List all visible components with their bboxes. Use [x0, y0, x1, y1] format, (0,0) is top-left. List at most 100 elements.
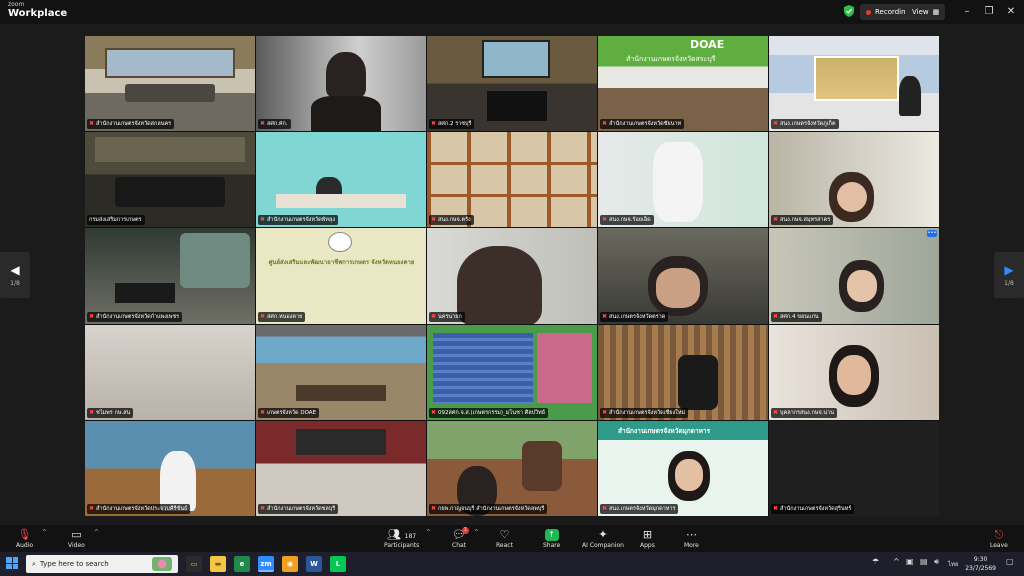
mic-off-icon: ✖: [431, 216, 437, 224]
participant-name: ✖ สำนักงานเกษตรจังหวัดสกลนคร: [87, 119, 175, 130]
apps-button[interactable]: ⊞ Apps: [640, 528, 655, 549]
participant-tile[interactable]: ✖ นครนายก: [427, 228, 597, 324]
windows-start-icon[interactable]: [6, 557, 18, 569]
participant-tile[interactable]: ✖ สนง.เกษตรจังหวัดภูเก็ต: [769, 36, 939, 132]
firefox-icon[interactable]: ◉: [282, 556, 298, 572]
participant-tile[interactable]: ✖ ชไมพร กษ.สน: [85, 324, 255, 420]
react-button[interactable]: ♡ React: [496, 528, 513, 549]
close-button[interactable]: ✕: [1002, 3, 1020, 21]
participant-tile[interactable]: ••• ✖ สศก.4 ขอนแก่น: [769, 228, 939, 324]
tray-app-icon[interactable]: ▣: [906, 557, 914, 566]
taskbar-search-input[interactable]: ⌕ Type here to search: [26, 555, 178, 573]
chat-button[interactable]: 💬︎ 1 Chat: [452, 527, 469, 549]
view-button[interactable]: View ▦: [906, 4, 946, 20]
participant-name: ✖ 092สศก.จ.ส.(เกษตรกรรม)_มโนชา ศิลปวิทย์: [429, 407, 548, 418]
zoom-app-icon[interactable]: zm: [258, 556, 274, 572]
participant-tile-active-speaker[interactable]: กรมส่งเสริมการเกษตร: [85, 132, 255, 228]
audio-button[interactable]: 🎙︎ Audio: [16, 528, 33, 549]
participant-tile[interactable]: ✖ สำนักงานเกษตรจังหวัดเชียงใหม่: [598, 324, 768, 420]
page-indicator-right: 1/8: [1004, 280, 1014, 287]
participant-tile[interactable]: DOAE สำนักงานเกษตรจังหวัดสระบุรี ✖ สำนักง…: [598, 36, 768, 132]
leave-button[interactable]: ⎋ Leave: [990, 528, 1008, 549]
participant-name: ✖ สนง.เกษตรจังหวัดภูเก็ต: [771, 119, 839, 130]
page-indicator-left: 1/8: [10, 280, 20, 287]
clock-date: 23/7/2569: [965, 565, 996, 572]
mic-off-icon: ✖: [773, 408, 779, 416]
ai-companion-button[interactable]: ✦ AI Companion: [582, 528, 624, 549]
zoom-window: zoom Workplace Recording View ▦ – ❐ ✕ ◀ …: [0, 0, 1024, 576]
restore-button[interactable]: ❐: [980, 3, 998, 21]
participants-label: Participants: [384, 542, 420, 549]
participant-tile[interactable]: ✖ สนง.กษจ.สมุทรสาคร: [769, 132, 939, 228]
mic-off-icon: ✖: [431, 120, 437, 128]
audio-options-caret-icon[interactable]: ^: [42, 529, 47, 536]
participant-tile[interactable]: ✖ สนง.กษจ.ตรัง: [427, 132, 597, 228]
participants-icon: 👥︎ 187: [387, 528, 417, 541]
weather-icon[interactable]: ☂: [872, 557, 879, 566]
brand-big: Workplace: [8, 8, 68, 19]
heart-icon: ♡: [499, 528, 510, 541]
participant-tile[interactable]: ✖ สศก.ศก.: [256, 36, 426, 132]
participant-tile[interactable]: ✖ สำนักงานเกษตรจังหวัดพัทลุง: [256, 132, 426, 228]
file-explorer-icon[interactable]: ▬: [210, 556, 226, 572]
participant-name: ✖ สนง.กษจ.สมุทรสาคร: [771, 215, 834, 226]
participant-tile[interactable]: ศูนย์ส่งเสริมและพัฒนาอาชีพการเกษตร จังหว…: [256, 228, 426, 324]
network-icon[interactable]: ▤: [920, 557, 928, 566]
meeting-toolbar: 🎙︎ Audio ^ ▭ Video ^ 👥︎ 187 Participants…: [0, 525, 1024, 552]
mic-off-icon: ✖: [602, 120, 608, 128]
volume-icon[interactable]: 🔊︎: [934, 557, 939, 567]
participant-tile[interactable]: ✖ กยพ.กาญจนบุรี สำนักงานเกษตรจังหวัดลพบุร…: [427, 420, 597, 516]
participant-tile[interactable]: ✖ สศก.2 ราชบุรี: [427, 36, 597, 132]
word-icon[interactable]: W: [306, 556, 322, 572]
line-app-icon[interactable]: L: [330, 556, 346, 572]
more-options-icon[interactable]: •••: [927, 230, 937, 238]
more-dots-icon: ⋯: [685, 528, 697, 541]
sparkle-icon: ✦: [598, 528, 608, 541]
edge-browser-icon[interactable]: e: [234, 556, 250, 572]
participant-tile[interactable]: ✖ สนง.เกษตรจังหวัดตราด: [598, 228, 768, 324]
participant-tile[interactable]: ✖ สำนักงานเกษตรจังหวัดสกลนคร: [85, 36, 255, 132]
video-options-caret-icon[interactable]: ^: [94, 529, 99, 536]
participant-tile[interactable]: ✖ 092สศก.จ.ส.(เกษตรกรรม)_มโนชา ศิลปวิทย์: [427, 324, 597, 420]
participant-name: กรมส่งเสริมการเกษตร: [87, 215, 145, 226]
security-shield-icon[interactable]: [844, 5, 856, 19]
participant-tile[interactable]: ✖ เกษตรจังหวัด DOAE: [256, 324, 426, 420]
leave-door-icon: ⎋: [994, 528, 1004, 541]
app-brand: zoom Workplace: [8, 2, 67, 19]
mic-off-icon: ✖: [260, 312, 266, 320]
system-clock[interactable]: 9:30 23/7/2569: [965, 555, 996, 573]
language-indicator[interactable]: ไทย: [948, 559, 959, 569]
video-label: Video: [68, 542, 85, 549]
participants-count: 187: [404, 533, 417, 540]
participant-tile[interactable]: ✖ สนง.กษจ.ร้อยเอ็ด: [598, 132, 768, 228]
mic-off-icon: ✖: [773, 120, 779, 128]
mic-off-icon: ✖: [773, 312, 779, 320]
video-button[interactable]: ▭ Video: [68, 528, 85, 549]
next-page-button[interactable]: ▶ 1/8: [994, 252, 1024, 298]
share-label: Share: [543, 542, 561, 549]
participant-tile[interactable]: ✖ สำนักงานเกษตรจังหวัดสุรินทร์: [769, 420, 939, 516]
share-screen-icon: ↑: [544, 529, 559, 541]
minimize-button[interactable]: –: [958, 3, 976, 21]
previous-page-button[interactable]: ◀ 1/8: [0, 252, 30, 298]
participant-tile[interactable]: ✖ สำนักงานเกษตรจังหวัดกำแพงเพชร: [85, 228, 255, 324]
participant-tile[interactable]: ✖ สำนักงานเกษตรจังหวัดประจวบคีรีขันธ์: [85, 420, 255, 516]
participant-name: ✖ สำนักงานเกษตรจังหวัดเชียงใหม่: [600, 407, 689, 418]
participant-tile[interactable]: ✖ สำนักงานเกษตรจังหวัดชลบุรี: [256, 420, 426, 516]
task-view-icon[interactable]: ▭: [186, 556, 202, 572]
notification-icon[interactable]: ▢: [1006, 557, 1014, 566]
participants-options-caret-icon[interactable]: ^: [426, 529, 431, 536]
chat-options-caret-icon[interactable]: ^: [474, 529, 479, 536]
tray-chevron-up-icon[interactable]: ^: [893, 557, 900, 566]
more-button[interactable]: ⋯ More: [684, 528, 699, 549]
mic-off-icon: ✖: [431, 504, 437, 512]
mic-off-icon: ✖: [773, 504, 779, 512]
mic-off-icon: ✖: [260, 504, 266, 512]
mic-off-icon: ✖: [89, 504, 95, 512]
participant-tile[interactable]: สำนักงานเกษตรจังหวัดมุกดาหาร ✖ สนง.เกษตรจ…: [598, 420, 768, 516]
participants-button[interactable]: 👥︎ 187 Participants: [384, 528, 419, 549]
audio-label: Audio: [16, 542, 34, 549]
participant-tile[interactable]: ✖ บุคลากรสนง.กษจ.น่าน: [769, 324, 939, 420]
video-gallery: ✖ สำนักงานเกษตรจังหวัดสกลนคร ✖ สศก.ศก. ✖ สศ…: [85, 36, 939, 516]
share-button[interactable]: ↑ Share: [543, 528, 560, 549]
